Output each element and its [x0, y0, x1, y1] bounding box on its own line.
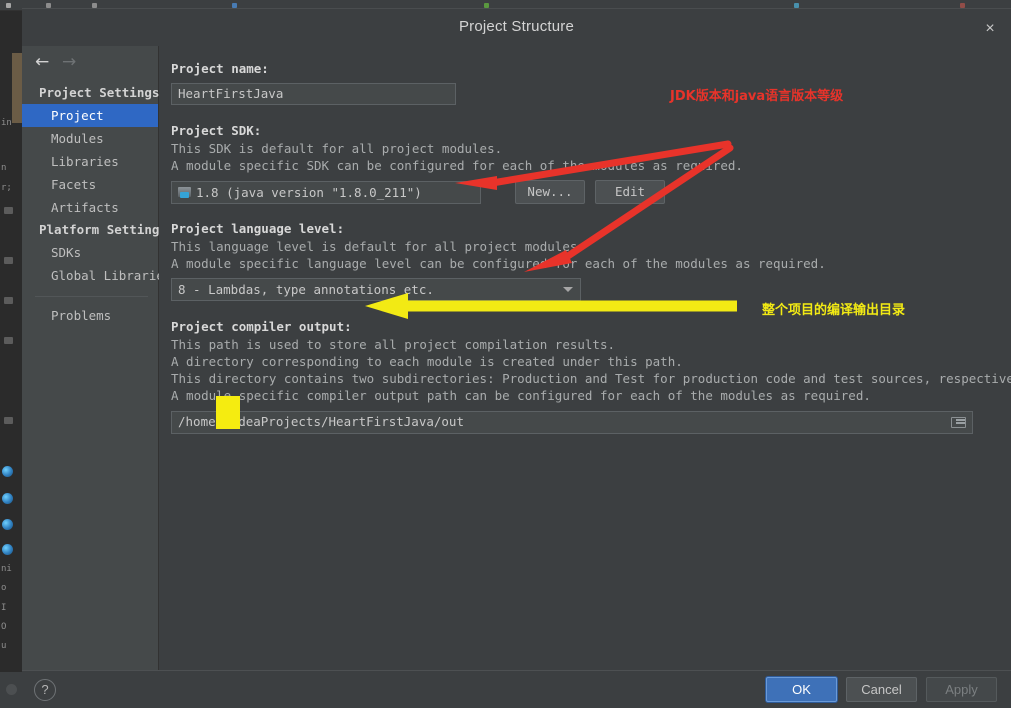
settings-sidebar: ← → Project Settings Project Modules Lib…: [22, 46, 171, 671]
project-structure-dialog: Project Structure × ← → Project Settings…: [22, 8, 1011, 708]
project-sdk-desc-2: A module specific SDK can be configured …: [171, 158, 743, 173]
compiler-output-desc-2: A directory corresponding to each module…: [171, 354, 683, 369]
background-text: in: [1, 118, 12, 128]
sidebar-nav-list: Project Settings Project Modules Librari…: [22, 78, 171, 327]
compiler-output-desc-1: This path is used to store all project c…: [171, 337, 616, 352]
close-icon[interactable]: ×: [980, 19, 1000, 39]
compiler-output-input[interactable]: /home /IdeaProjects/HeartFirstJava/out: [171, 411, 973, 434]
background-chip: [4, 337, 13, 344]
dialog-titlebar: Project Structure ×: [22, 9, 1011, 46]
sidebar-item-project[interactable]: Project: [22, 104, 158, 127]
toolbar-dot: [6, 3, 11, 8]
project-name-input[interactable]: HeartFirstJava: [171, 83, 456, 105]
background-orb-icon: [2, 493, 13, 504]
sidebar-item-global-libraries[interactable]: Global Libraries: [22, 264, 171, 287]
ok-button[interactable]: OK: [766, 677, 837, 702]
forward-arrow-icon: →: [62, 52, 77, 72]
new-sdk-button[interactable]: New...: [515, 180, 585, 204]
background-text: r;: [1, 183, 12, 193]
sidebar-item-problems[interactable]: Problems: [22, 304, 158, 327]
background-text: O: [1, 622, 7, 632]
back-arrow-icon[interactable]: ←: [35, 54, 49, 71]
language-level-desc-2: A module specific language level can be …: [171, 256, 826, 271]
language-level-select[interactable]: 8 - Lambdas, type annotations etc.: [171, 278, 581, 301]
footer-button-group: OK Cancel Apply: [766, 677, 997, 702]
cancel-button[interactable]: Cancel: [846, 677, 917, 702]
background-text: u: [1, 641, 7, 651]
background-editor-gutter: in n r; ni o I O u: [0, 11, 22, 708]
project-sdk-value: 1.8 (java version "1.8.0_211"): [196, 184, 422, 200]
background-text: ni: [1, 564, 12, 574]
project-sdk-row: 1.8 (java version "1.8.0_211") New... Ed…: [171, 180, 1011, 204]
redaction-block-path: [216, 396, 240, 429]
sidebar-group-platform-settings: Platform Settings: [39, 222, 167, 237]
background-orb-icon: [2, 519, 13, 530]
project-sdk-desc-1: This SDK is default for all project modu…: [171, 141, 503, 156]
sidebar-item-modules[interactable]: Modules: [22, 127, 158, 150]
sidebar-item-artifacts[interactable]: Artifacts: [22, 196, 158, 219]
browse-folder-icon[interactable]: [951, 416, 967, 429]
compiler-output-desc-3: This directory contains two subdirectori…: [171, 371, 1011, 386]
dialog-content: ← → Project Settings Project Modules Lib…: [22, 46, 1011, 671]
sidebar-item-libraries[interactable]: Libraries: [22, 150, 158, 173]
background-text: I: [1, 603, 7, 613]
dialog-footer: ? OK Cancel Apply: [22, 670, 1011, 708]
language-level-label: Project language level:: [171, 221, 345, 236]
background-statusbar: [0, 672, 22, 708]
sidebar-group-project-settings: Project Settings: [39, 85, 160, 100]
background-status-icon: [6, 684, 17, 695]
compiler-output-desc-4: A module specific compiler output path c…: [171, 388, 871, 403]
project-settings-pane: Project name: HeartFirstJava Project SDK…: [159, 46, 1011, 671]
background-text: n: [1, 163, 7, 173]
project-sdk-label: Project SDK:: [171, 123, 262, 138]
project-name-label: Project name:: [171, 61, 269, 76]
language-level-desc-1: This language level is default for all p…: [171, 239, 585, 254]
language-level-value: 8 - Lambdas, type annotations etc.: [178, 282, 434, 297]
background-chip: [4, 417, 13, 424]
sidebar-divider: [35, 296, 148, 297]
project-sdk-combo[interactable]: 1.8 (java version "1.8.0_211"): [171, 180, 481, 204]
sidebar-item-facets[interactable]: Facets: [22, 173, 158, 196]
background-panel-strip: [12, 53, 22, 123]
sidebar-item-sdks[interactable]: SDKs: [22, 241, 158, 264]
screen: in n r; ni o I O u Project Structure × ←…: [0, 0, 1011, 708]
background-orb-icon: [2, 544, 13, 555]
sdk-icon: [178, 186, 191, 198]
chevron-down-icon: [563, 287, 573, 292]
compiler-output-label: Project compiler output:: [171, 319, 352, 334]
help-button[interactable]: ?: [34, 679, 56, 701]
background-chip: [4, 257, 13, 264]
background-text: o: [1, 583, 7, 593]
sidebar-navbar: ← →: [22, 46, 158, 78]
apply-button: Apply: [926, 677, 997, 702]
edit-sdk-button[interactable]: Edit: [595, 180, 665, 204]
background-chip: [4, 207, 13, 214]
background-orb-icon: [2, 466, 13, 477]
dialog-title: Project Structure: [458, 18, 575, 35]
background-chip: [4, 297, 13, 304]
